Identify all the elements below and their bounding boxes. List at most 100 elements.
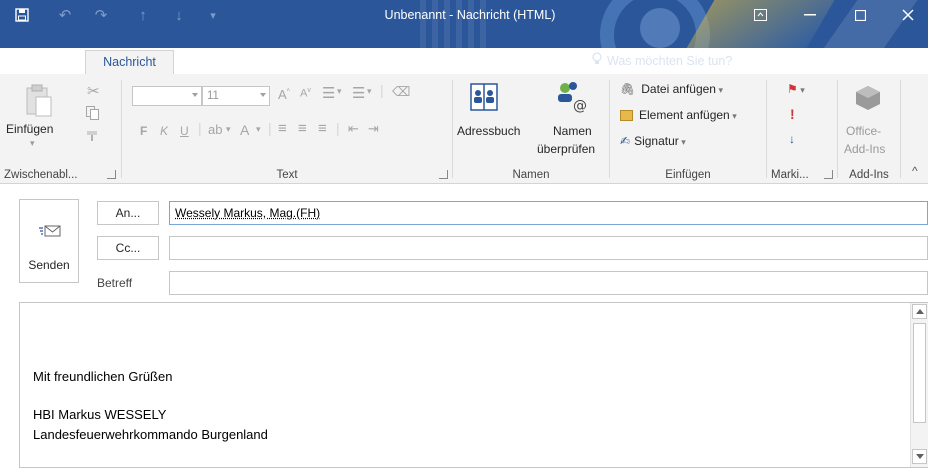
send-button[interactable]: Senden	[19, 199, 79, 283]
tell-me-label: Was möchten Sie tun?	[607, 54, 733, 68]
chevron-down-icon: ▾	[729, 111, 737, 121]
to-button[interactable]: An...	[97, 201, 159, 225]
chevron-down-icon: ▾	[797, 85, 805, 95]
ribbon-display-options-icon[interactable]	[740, 0, 780, 30]
address-book-icon[interactable]	[469, 82, 499, 115]
office-addins-icon[interactable]	[854, 84, 882, 115]
paperclip-icon: 🖇	[620, 82, 636, 96]
tab-file[interactable]: Datei	[19, 50, 64, 74]
group-label-names: Namen	[512, 169, 550, 181]
to-field[interactable]: Wessely Markus, Mag.(FH)	[169, 201, 928, 225]
attach-file-button[interactable]: 🖇 Datei anfügen ▾	[620, 82, 723, 96]
lightbulb-icon	[592, 50, 602, 72]
group-separator	[900, 80, 901, 178]
arrow-down-icon[interactable]: ↓	[164, 0, 194, 30]
highlight-icon[interactable]: ab	[208, 122, 222, 137]
chevron-down-icon[interactable]: ▾	[256, 124, 261, 135]
minimize-icon[interactable]	[790, 0, 830, 30]
flag-icon: ⚑	[787, 82, 798, 96]
align-left-icon[interactable]: ≡	[278, 120, 287, 137]
cc-field[interactable]	[169, 236, 928, 260]
attach-item-button[interactable]: Element anfügen ▾	[620, 108, 737, 122]
font-color-icon[interactable]: A	[240, 122, 249, 138]
ribbon: Einfügen ▾ ✂ Zwischenabl... 11 A^ Av ☰ ▾…	[0, 74, 928, 184]
arrow-up-icon[interactable]: ↑	[128, 0, 158, 30]
italic-button[interactable]: K	[160, 124, 168, 138]
group-separator: |	[198, 120, 202, 136]
group-label-clipboard: Zwischenabl...	[4, 169, 78, 181]
undo-icon[interactable]: ↶	[50, 0, 80, 30]
low-importance-icon[interactable]: ↓	[789, 132, 795, 146]
scroll-thumb[interactable]	[913, 323, 926, 423]
font-size-box[interactable]: 11	[202, 86, 270, 106]
shrink-font-icon[interactable]: Av	[300, 87, 311, 100]
clear-formatting-icon[interactable]: ⌫	[392, 84, 410, 100]
close-icon[interactable]	[888, 0, 928, 30]
save-icon[interactable]	[7, 0, 37, 30]
collapse-ribbon-icon[interactable]: ^	[912, 164, 918, 178]
bullets-icon[interactable]: ☰	[322, 84, 335, 102]
title-bar: ↶ ↷ ↑ ↓ ▾ Unbenannt - Nachricht (HTML)	[0, 0, 928, 48]
increase-indent-icon[interactable]: ⇥	[368, 121, 379, 137]
message-body[interactable]: Mit freundlichen Grüßen HBI Markus WESSE…	[19, 302, 928, 468]
clipboard-launcher-icon[interactable]	[107, 170, 116, 179]
chevron-down-icon[interactable]: ▾	[226, 124, 231, 135]
svg-text:@: @	[573, 98, 587, 114]
text-launcher-icon[interactable]	[439, 170, 448, 179]
check-names-line2[interactable]: überprüfen	[537, 142, 595, 156]
paste-dropdown-icon[interactable]: ▾	[30, 138, 35, 149]
office-addins-line1[interactable]: Office-	[846, 124, 881, 138]
group-label-include: Einfügen	[665, 169, 711, 181]
tab-message[interactable]: Nachricht	[85, 50, 174, 74]
vertical-scrollbar[interactable]	[910, 303, 928, 467]
follow-up-button[interactable]: ⚑ ▾	[787, 82, 805, 96]
signature-label: Signatur	[634, 134, 679, 148]
paste-icon[interactable]	[24, 84, 54, 121]
body-line: HBI Markus WESSELY	[33, 407, 167, 422]
chevron-down-icon	[192, 93, 198, 97]
cc-button[interactable]: Cc...	[97, 236, 159, 260]
font-name-box[interactable]	[132, 86, 202, 106]
body-line: Landesfeuerwehrkommando Burgenland	[33, 427, 268, 442]
align-center-icon[interactable]: ≡	[298, 120, 307, 137]
copy-icon[interactable]	[86, 106, 99, 123]
scroll-down-button[interactable]	[912, 449, 927, 464]
redo-icon[interactable]: ↷	[86, 0, 116, 30]
tab-format-text[interactable]: Text formatieren	[360, 50, 466, 74]
tab-options[interactable]: Optionen	[268, 50, 335, 74]
chevron-down-icon: ▾	[678, 137, 686, 147]
chevron-down-icon[interactable]: ▾	[337, 86, 342, 97]
chevron-down-icon[interactable]: ▾	[367, 86, 372, 97]
window-title: Unbenannt - Nachricht (HTML)	[384, 8, 556, 22]
signature-icon: ✍	[620, 134, 631, 148]
address-book-button[interactable]: Adressbuch	[457, 124, 520, 138]
to-recipient[interactable]: Wessely Markus, Mag.(FH)	[175, 206, 320, 220]
tab-review[interactable]: Überprüfen	[488, 50, 567, 74]
high-importance-icon[interactable]: !	[790, 106, 795, 122]
send-label: Senden	[28, 258, 70, 272]
maximize-icon[interactable]	[840, 0, 880, 30]
cut-icon[interactable]: ✂	[87, 82, 100, 100]
check-names-line1[interactable]: Namen	[553, 124, 592, 138]
ribbon-tabs: Datei Nachricht Einfügen Optionen Text f…	[0, 48, 928, 74]
bold-button[interactable]: F	[140, 124, 147, 138]
tab-insert[interactable]: Einfügen	[183, 50, 248, 74]
format-painter-icon[interactable]	[86, 130, 100, 145]
group-text: 11 A^ Av ☰ ▾ ☰ ▾ | ⌫ F K U | ab ▾ A ▾ | …	[122, 74, 452, 184]
underline-button[interactable]: U	[180, 124, 189, 138]
paste-button[interactable]: Einfügen	[6, 122, 53, 136]
signature-button[interactable]: ✍ Signatur ▾	[620, 134, 686, 148]
office-addins-line2[interactable]: Add-Ins	[844, 142, 885, 156]
attach-item-label: Element anfügen	[639, 108, 730, 122]
tags-launcher-icon[interactable]	[824, 170, 833, 179]
group-clipboard: Einfügen ▾ ✂ Zwischenabl...	[0, 74, 120, 184]
grow-font-icon[interactable]: A^	[278, 87, 290, 102]
decrease-indent-icon[interactable]: ⇤	[348, 121, 359, 137]
tell-me-box[interactable]: Was möchten Sie tun?	[592, 50, 732, 74]
subject-field[interactable]	[169, 271, 928, 295]
check-names-icon[interactable]: @	[553, 80, 589, 117]
align-right-icon[interactable]: ≡	[318, 120, 327, 137]
numbering-icon[interactable]: ☰	[352, 84, 365, 102]
customize-toolbar-icon[interactable]: ▾	[198, 0, 228, 30]
scroll-up-button[interactable]	[912, 304, 927, 319]
